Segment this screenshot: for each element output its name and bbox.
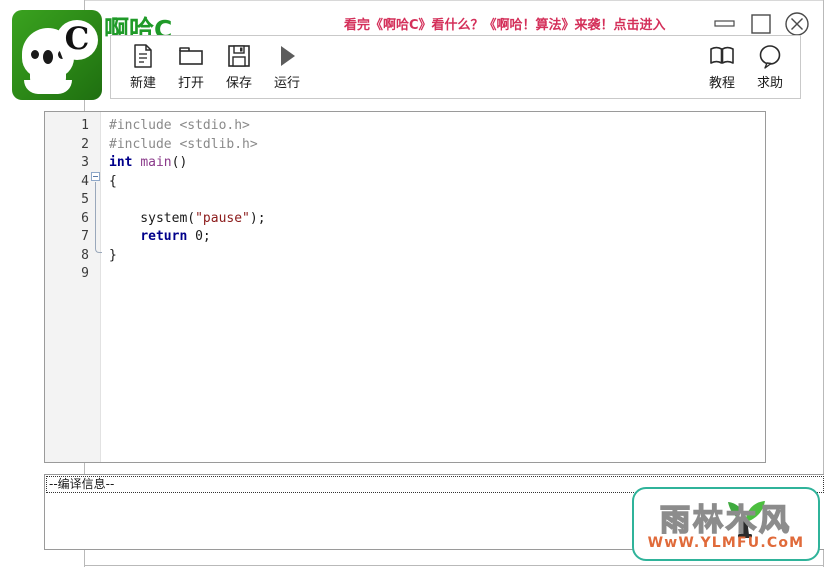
close-icon [785,12,809,36]
code-line: 4{ [45,173,765,192]
window-controls [710,10,815,38]
line-number: 4 [81,173,89,189]
code-fold-line [95,182,96,248]
watermark: 雨林木风 WwW.YLMFU.CoM [632,487,820,561]
line-number: 9 [81,266,89,281]
tutorial-button[interactable]: 教程 [698,38,746,96]
title-bar: C 啊哈C 看完《啊哈C》看什么？《啊哈！算法》来袭！点击进入 新建 打开 保存… [0,0,825,104]
line-number: 6 [81,210,89,226]
code-token: () [171,155,188,170]
maximize-icon [751,14,771,34]
run-label: 运行 [273,76,300,91]
code-token: { [109,173,117,189]
code-token: return [140,229,188,244]
folder-icon [177,42,205,70]
save-file-button[interactable]: 保存 [215,38,263,96]
toolbar-help-group: 教程 求助 [698,38,794,96]
code-text: int main() [109,154,187,173]
tutorial-label: 教程 [708,76,735,91]
code-token: main [140,155,172,170]
new-file-button[interactable]: 新建 [119,38,167,96]
book-icon [707,42,737,70]
minimize-button[interactable] [710,10,740,38]
app-logo: C [12,10,102,100]
code-line: 6 system("pause"); [45,210,765,229]
code-text: return 0; [109,228,211,247]
open-file-button[interactable]: 打开 [167,38,215,96]
run-button[interactable]: 运行 [263,38,311,96]
code-fold-toggle[interactable] [91,172,100,181]
minimize-icon [714,20,735,27]
window-frame-bottom [84,565,824,566]
code-text: { [109,173,117,192]
logo-letter: C [64,21,90,57]
line-number: 7 [81,229,89,244]
main-toolbar: 新建 打开 保存 运行 教程 求助 [110,35,801,99]
code-text: } [109,247,117,266]
watermark-url: WwW.YLMFU.CoM [647,535,805,551]
code-token: } [109,247,117,263]
line-number: 3 [81,155,89,170]
toolbar-file-group: 新建 打开 保存 运行 [119,38,311,96]
help-button[interactable]: 求助 [746,38,794,96]
code-line: 8} [45,247,765,266]
line-number: 1 [81,118,89,133]
line-number: 5 [81,192,89,207]
code-line: 2 #include <stdlib.h> [45,136,765,155]
code-token: #include <stdlib.h> [109,136,258,152]
editor-lines[interactable]: 1 #include <stdio.h> 2 #include <stdlib.h> 3… [45,117,765,284]
promo-banner-link[interactable]: 看完《啊哈C》看什么？《啊哈！算法》来袭！点击进入 [344,14,666,33]
code-text: #include <stdlib.h> [109,136,258,155]
code-editor[interactable]: 1 #include <stdio.h> 2 #include <stdlib.h> 3… [44,111,766,463]
code-line: 7 return 0; [45,228,765,247]
code-line: 3 int main() [45,154,765,173]
code-token: 0; [187,229,211,244]
application-window: C 啊哈C 看完《啊哈C》看什么？《啊哈！算法》来袭！点击进入 新建 打开 保存… [0,0,825,567]
document-icon [131,42,155,70]
maximize-button[interactable] [746,10,776,38]
code-token: int [109,155,141,170]
code-text: #include <stdio.h> [109,117,250,136]
code-line: 5 [45,191,765,210]
code-text: system("pause"); [109,210,266,229]
watermark-brand: 雨林木风 [659,502,792,539]
code-token: system( [109,210,196,226]
speech-bubble-icon [757,42,783,70]
code-token: ); [249,210,266,226]
floppy-disk-icon [226,42,252,70]
open-file-label: 打开 [177,76,204,91]
close-button[interactable] [782,10,812,38]
code-line: 1 #include <stdio.h> [45,117,765,136]
code-token: "pause" [195,210,250,226]
line-number: 8 [81,247,89,263]
save-file-label: 保存 [225,76,252,91]
new-file-label: 新建 [129,76,156,91]
line-number: 2 [81,136,89,152]
help-label: 求助 [756,76,783,91]
play-icon [275,42,299,70]
code-token: #include <stdio.h> [109,118,250,133]
code-line: 9 [45,265,765,284]
code-fold-end [95,247,102,253]
